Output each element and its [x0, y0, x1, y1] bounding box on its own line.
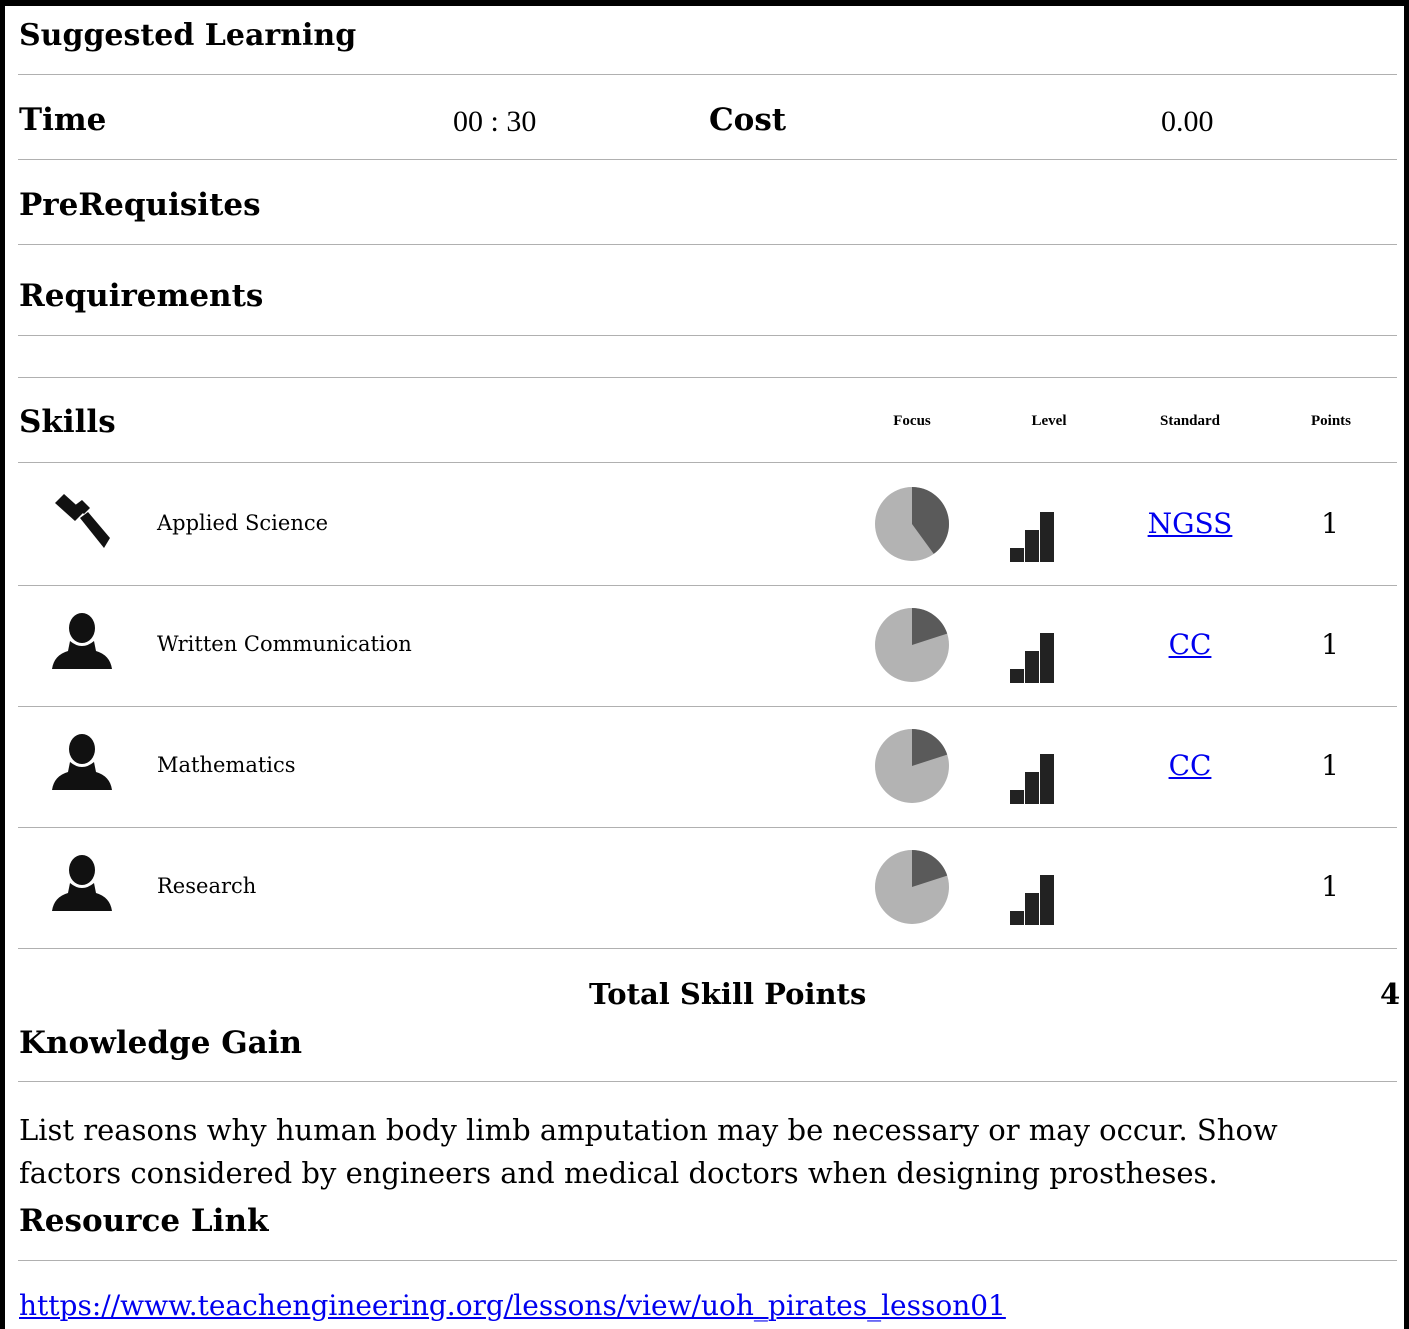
divider	[18, 1260, 1397, 1261]
person-icon	[50, 853, 114, 917]
level-column-header: Level	[1031, 413, 1067, 429]
prerequisites-label: PreRequisites	[19, 187, 261, 223]
person-icon	[50, 611, 114, 675]
divider	[18, 159, 1397, 160]
focus-pie-chart	[874, 728, 950, 804]
level-bars-icon	[1010, 512, 1058, 562]
divider	[18, 948, 1397, 949]
knowledge-gain-text: List reasons why human body limb amputat…	[19, 1113, 1278, 1190]
standard-link[interactable]: CC	[1110, 628, 1270, 661]
skill-points: 1	[1321, 507, 1339, 540]
divider	[18, 74, 1397, 75]
level-bars-icon	[1010, 875, 1058, 925]
divider	[18, 706, 1397, 707]
focus-pie-chart	[874, 486, 950, 562]
section-title: Suggested Learning	[19, 18, 357, 53]
skill-points: 1	[1321, 749, 1339, 782]
total-skill-points-value: 4	[1380, 977, 1401, 1011]
skill-points: 1	[1321, 628, 1339, 661]
standard-link[interactable]: CC	[1110, 749, 1270, 782]
skills-label: Skills	[19, 404, 116, 440]
divider	[18, 335, 1397, 336]
time-value: 00 : 30	[453, 105, 537, 138]
skill-name: Research	[157, 874, 257, 898]
total-skill-points-label: Total Skill Points	[589, 977, 867, 1011]
knowledge-gain-label: Knowledge Gain	[19, 1025, 303, 1061]
focus-pie-chart	[874, 607, 950, 683]
skill-points: 1	[1321, 870, 1339, 903]
focus-column-header: Focus	[893, 413, 931, 429]
divider	[18, 1081, 1397, 1082]
skill-name: Written Communication	[157, 632, 412, 656]
standard-column-header: Standard	[1159, 413, 1221, 429]
skill-name: Mathematics	[157, 753, 296, 777]
points-column-header: Points	[1310, 413, 1351, 429]
standard-link[interactable]: NGSS	[1110, 507, 1270, 540]
cost-label: Cost	[709, 102, 787, 138]
hammer-icon	[50, 490, 114, 554]
focus-pie-chart	[874, 849, 950, 925]
time-label: Time	[19, 102, 107, 138]
divider	[18, 827, 1397, 828]
divider	[18, 585, 1397, 586]
requirements-label: Requirements	[19, 278, 264, 314]
resource-link-label: Resource Link	[19, 1203, 269, 1239]
skill-name: Applied Science	[157, 511, 329, 535]
resource-link[interactable]: https://www.teachengineering.org/lessons…	[19, 1289, 1006, 1322]
level-bars-icon	[1010, 754, 1058, 804]
divider	[18, 244, 1397, 245]
cost-value: 0.00	[1161, 105, 1214, 138]
divider	[18, 377, 1397, 378]
level-bars-icon	[1010, 633, 1058, 683]
person-icon	[50, 732, 114, 796]
divider	[18, 462, 1397, 463]
